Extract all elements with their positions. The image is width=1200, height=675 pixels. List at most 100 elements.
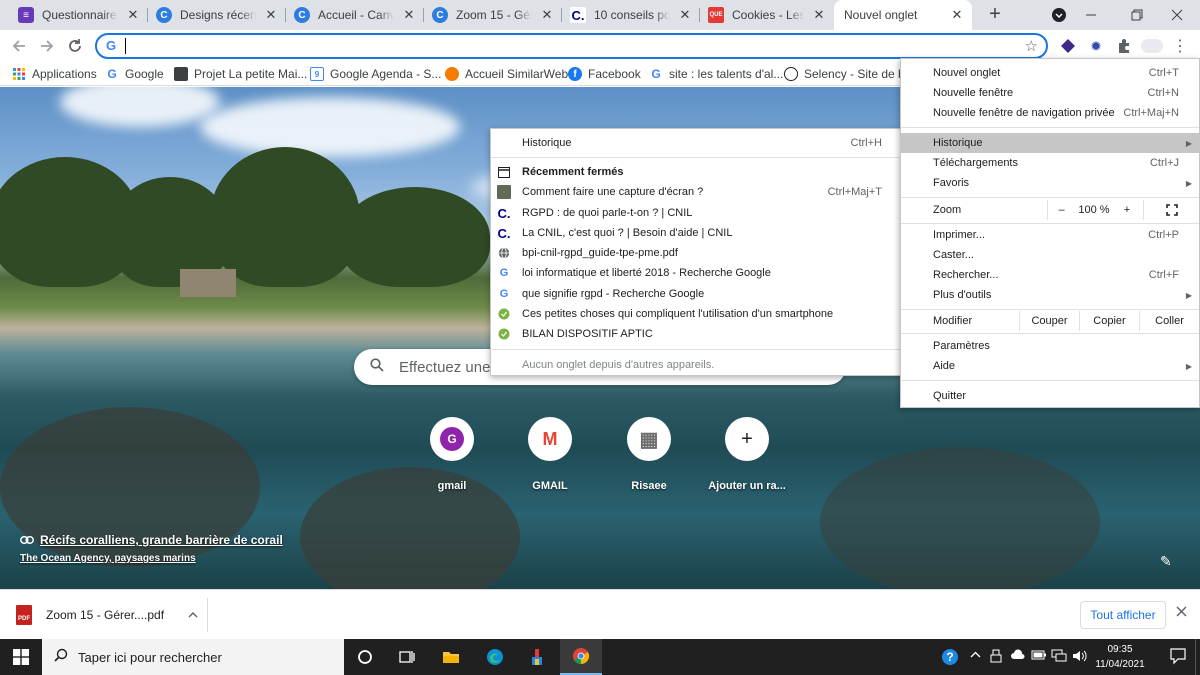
taskbar-edge[interactable]: [474, 639, 516, 675]
tray-battery-icon[interactable]: [1031, 649, 1047, 664]
taskbar-paint-app[interactable]: [516, 639, 558, 675]
close-tab-icon[interactable]: ✕: [540, 7, 554, 23]
address-bar[interactable]: G ☆: [95, 33, 1048, 59]
download-item[interactable]: PDF Zoom 15 - Gérer....pdf: [16, 603, 198, 627]
background-author-link[interactable]: The Ocean Agency, paysages marins: [20, 553, 283, 564]
bookmark-similarweb[interactable]: Accueil SimilarWeb: [445, 66, 568, 82]
history-item[interactable]: bpi-cnil-rgpd_guide-tpe-pme.pdf: [491, 243, 903, 263]
show-all-downloads-button[interactable]: Tout afficher: [1080, 601, 1166, 629]
history-item[interactable]: G loi informatique et liberté 2018 - Rec…: [491, 263, 903, 283]
tray-cloud-icon[interactable]: [1010, 649, 1026, 664]
shortcut-risaee[interactable]: ▦ Risaee: [599, 417, 699, 492]
zoom-in-button[interactable]: +: [1113, 200, 1141, 220]
menu-item-more-tools[interactable]: Plus d'outils ▶: [901, 285, 1199, 305]
bookmark-star-icon[interactable]: ☆: [1025, 37, 1038, 55]
start-button[interactable]: [0, 639, 42, 675]
fullscreen-button[interactable]: [1143, 200, 1199, 220]
cut-button[interactable]: Couper: [1019, 311, 1079, 331]
profile-button[interactable]: [1140, 36, 1164, 56]
extensions-button[interactable]: [1114, 36, 1134, 56]
tab-zoom[interactable]: C Zoom 15 - Gérer ✕: [424, 0, 562, 30]
history-item[interactable]: C. La CNIL, c'est quoi ? | Besoin d'aide…: [491, 223, 903, 243]
tray-usb-icon[interactable]: [990, 649, 1002, 666]
tab-conseils[interactable]: C. 10 conseils pour r ✕: [562, 0, 700, 30]
help-tray-icon[interactable]: ?: [941, 648, 959, 669]
cortana-button[interactable]: [344, 639, 386, 675]
tray-chevron-up-icon[interactable]: [970, 649, 981, 663]
history-item[interactable]: Ces petites choses qui compliquent l'uti…: [491, 304, 903, 324]
close-tab-icon[interactable]: ✕: [126, 7, 140, 23]
tab-questionnaire[interactable]: ≡ Questionnaire vie ✕: [10, 0, 148, 30]
history-item[interactable]: G que signifie rgpd - Recherche Google: [491, 284, 903, 304]
close-downloads-bar-icon[interactable]: [1176, 604, 1187, 621]
taskbar-file-explorer[interactable]: [430, 639, 472, 675]
menu-item-settings[interactable]: Paramètres: [901, 336, 1199, 356]
bookmark-applications[interactable]: Applications: [12, 66, 97, 82]
history-item[interactable]: C. RGPD : de quoi parle-t-on ? | CNIL: [491, 203, 903, 223]
history-item[interactable]: Comment faire une capture d'écran ? Ctrl…: [491, 182, 903, 202]
new-tab-button[interactable]: +: [984, 4, 1006, 26]
show-desktop-button[interactable]: [1195, 639, 1200, 675]
menu-item-new-window[interactable]: Nouvelle fenêtre Ctrl+N: [901, 83, 1199, 103]
paste-button[interactable]: Coller: [1139, 311, 1199, 331]
purple-diamond-icon: [1061, 39, 1075, 53]
extension-snowflake-button[interactable]: ✹: [1086, 36, 1106, 56]
shortcut-add[interactable]: + Ajouter un ra...: [697, 417, 797, 492]
extension-diamond-button[interactable]: [1058, 36, 1078, 56]
chevron-down-circle-icon: [1052, 8, 1066, 22]
copy-button[interactable]: Copier: [1079, 311, 1139, 331]
bookmark-selency[interactable]: Selency - Site de br...: [784, 66, 918, 82]
close-tab-icon[interactable]: ✕: [264, 7, 278, 23]
bookmark-talents[interactable]: G site : les talents d'al...: [649, 66, 783, 82]
close-tab-icon[interactable]: ✕: [402, 7, 416, 23]
menu-item-cast[interactable]: Caster...: [901, 245, 1199, 265]
chrome-menu-button[interactable]: ⋮: [1170, 36, 1190, 56]
minimize-button[interactable]: [1068, 0, 1114, 30]
search-icon: [54, 648, 68, 666]
reload-button[interactable]: [63, 35, 87, 57]
tab-new-tab-active[interactable]: Nouvel onglet ✕: [834, 0, 972, 30]
background-title-link[interactable]: Récifs coralliens, grande barrière de co…: [20, 533, 283, 547]
menu-item-incognito[interactable]: Nouvelle fenêtre de navigation privée Ct…: [901, 103, 1199, 123]
close-window-button[interactable]: [1154, 0, 1200, 30]
bookmark-agenda[interactable]: 9 Google Agenda - S...: [310, 66, 441, 82]
bookmark-projet[interactable]: Projet La petite Mai...: [174, 66, 307, 82]
bookmark-facebook[interactable]: f Facebook: [568, 66, 641, 82]
menu-item-history[interactable]: Historique ▶: [901, 133, 1199, 153]
tab-cookies[interactable]: QUE Cookies - Les rec ✕: [700, 0, 834, 30]
notification-center-icon[interactable]: [1170, 647, 1186, 668]
bookmark-label: Google Agenda - S...: [330, 67, 442, 81]
menu-item-downloads[interactable]: Téléchargements Ctrl+J: [901, 153, 1199, 173]
tray-network-icon[interactable]: [1051, 649, 1067, 666]
taskbar-chrome[interactable]: [560, 639, 602, 675]
menu-item-help[interactable]: Aide ▶: [901, 356, 1199, 376]
zoom-out-button[interactable]: –: [1047, 200, 1075, 220]
chrome-icon: [573, 648, 590, 665]
taskbar-search[interactable]: Taper ici pour rechercher: [42, 639, 344, 675]
close-tab-icon[interactable]: ✕: [678, 7, 692, 23]
history-item-open[interactable]: Historique Ctrl+H: [491, 133, 903, 153]
tab-canva[interactable]: C Accueil - Canva ✕: [286, 0, 424, 30]
tab-designs[interactable]: C Designs récents - ✕: [148, 0, 286, 30]
menu-item-find[interactable]: Rechercher... Ctrl+F: [901, 265, 1199, 285]
menu-item-favorites[interactable]: Favoris ▶: [901, 173, 1199, 193]
close-tab-icon[interactable]: ✕: [950, 7, 964, 23]
menu-item-quit[interactable]: Quitter: [901, 386, 1199, 406]
menu-item-print[interactable]: Imprimer... Ctrl+P: [901, 225, 1199, 245]
history-submenu: Historique Ctrl+H Récemment fermés Comme…: [490, 128, 904, 376]
close-tab-icon[interactable]: ✕: [812, 7, 826, 23]
forward-button[interactable]: [35, 35, 59, 57]
tray-volume-icon[interactable]: [1072, 649, 1088, 666]
history-item[interactable]: BILAN DISPOSITIF APTIC: [491, 324, 903, 344]
menu-item-new-tab[interactable]: Nouvel onglet Ctrl+T: [901, 63, 1199, 83]
bookmark-google[interactable]: G Google: [105, 66, 163, 82]
task-view-button[interactable]: [386, 639, 428, 675]
bookmark-label: site : les talents d'al...: [669, 67, 784, 81]
chevron-up-icon[interactable]: [188, 610, 198, 620]
taskbar-clock[interactable]: 09:35 11/04/2021: [1090, 642, 1150, 672]
shortcut-gmail-upper[interactable]: M GMAIL: [500, 417, 600, 492]
customize-pencil-icon[interactable]: ✎: [1160, 553, 1172, 570]
menu-item-zoom: Zoom – 100 % +: [901, 200, 1199, 220]
back-button[interactable]: [7, 35, 31, 57]
shortcut-gmail[interactable]: G gmail: [402, 417, 502, 492]
